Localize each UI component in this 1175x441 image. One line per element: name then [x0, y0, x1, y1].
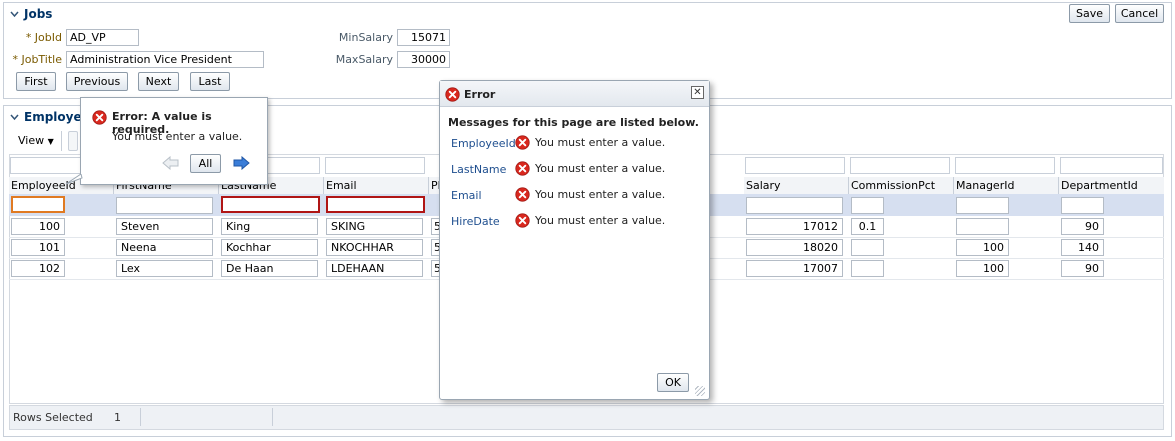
view-label: View	[18, 134, 45, 147]
tooltip-message: You must enter a value.	[112, 130, 243, 143]
row3-departmentid[interactable]: 90	[1061, 260, 1104, 277]
dialog-header-text: Messages for this page are listed below.	[448, 116, 699, 129]
column-header-commissionpct[interactable]: CommissionPct	[849, 177, 954, 194]
message-text: You must enter a value.	[535, 214, 666, 227]
row2-commissionpct[interactable]	[851, 239, 884, 256]
row1-departmentid[interactable]: 90	[1061, 218, 1104, 235]
row2-firstname[interactable]: Neena	[116, 239, 213, 256]
previous-button[interactable]: Previous	[66, 72, 128, 91]
new-lastname-field[interactable]	[221, 196, 320, 213]
column-header-salary[interactable]: Salary	[744, 177, 849, 194]
new-employeeid-field[interactable]	[11, 196, 65, 213]
row3-firstname[interactable]: Lex	[116, 260, 213, 277]
jobtitle-field[interactable]: Administration Vice President	[66, 51, 264, 68]
toolbar-separator	[68, 131, 78, 151]
row1-employeeid[interactable]: 100	[11, 218, 65, 235]
error-icon	[445, 87, 460, 102]
status-bar	[9, 405, 1164, 430]
filter-departmentid[interactable]	[1060, 157, 1163, 174]
row2-salary[interactable]: 18020	[746, 239, 843, 256]
column-header-departmentid[interactable]: DepartmentId	[1059, 177, 1164, 194]
new-email-field[interactable]	[326, 196, 425, 213]
new-managerid-field[interactable]	[956, 197, 1009, 214]
jobid-label: * JobId	[25, 31, 62, 44]
save-button[interactable]: Save	[1069, 4, 1110, 23]
dropdown-arrow-icon: ▼	[47, 137, 54, 146]
new-salary-field[interactable]	[746, 197, 843, 214]
row3-managerid[interactable]: 100	[956, 260, 1009, 277]
row3-lastname[interactable]: De Haan	[221, 260, 318, 277]
all-messages-button[interactable]: All	[190, 154, 221, 173]
row1-managerid[interactable]	[956, 218, 1009, 235]
minsalary-field[interactable]: 15071	[397, 29, 450, 46]
message-text: You must enter a value.	[535, 136, 666, 149]
error-icon	[515, 213, 530, 228]
error-icon	[515, 187, 530, 202]
message-text: You must enter a value.	[535, 188, 666, 201]
dialog-title: Error	[464, 88, 496, 101]
row1-commissionpct[interactable]: 0.1	[851, 218, 884, 235]
message-field-link[interactable]: HireDate	[451, 215, 500, 228]
row1-salary[interactable]: 17012	[746, 218, 843, 235]
new-firstname-field[interactable]	[116, 197, 213, 214]
first-button[interactable]: First	[16, 72, 56, 91]
row2-lastname[interactable]: Kochhar	[221, 239, 318, 256]
message-field-link[interactable]: EmployeeId	[451, 137, 516, 150]
maxsalary-field[interactable]: 30000	[397, 51, 450, 68]
collapse-employees-icon[interactable]	[10, 113, 19, 122]
ok-button[interactable]: OK	[657, 373, 689, 392]
rows-selected-value: 1	[114, 411, 121, 424]
row3-email[interactable]: LDEHAAN	[326, 260, 423, 277]
column-header-managerid[interactable]: ManagerId	[954, 177, 1059, 194]
resize-grip-icon[interactable]	[695, 386, 705, 396]
new-departmentid-field[interactable]	[1061, 197, 1104, 214]
collapse-jobs-icon[interactable]	[10, 10, 19, 19]
maxsalary-label: MaxSalary	[335, 53, 393, 66]
jobtitle-label: * JobTitle	[12, 53, 62, 66]
jobs-title: Jobs	[24, 7, 53, 21]
close-icon[interactable]: ✕	[691, 86, 704, 99]
error-icon	[515, 135, 530, 150]
error-icon	[92, 110, 107, 125]
new-commissionpct-field[interactable]	[851, 197, 884, 214]
row2-departmentid[interactable]: 140	[1061, 239, 1104, 256]
filter-commissionpct[interactable]	[850, 157, 950, 174]
message-text: You must enter a value.	[535, 162, 666, 175]
filter-email[interactable]	[325, 157, 425, 174]
row1-lastname[interactable]: King	[221, 218, 318, 235]
column-header-email[interactable]: Email	[324, 177, 429, 194]
next-button[interactable]: Next	[138, 72, 179, 91]
cancel-button[interactable]: Cancel	[1115, 4, 1164, 23]
row3-salary[interactable]: 17007	[746, 260, 843, 277]
row1-email[interactable]: SKING	[326, 218, 423, 235]
rows-selected-label: Rows Selected	[13, 411, 93, 424]
filter-managerid[interactable]	[955, 157, 1055, 174]
last-button[interactable]: Last	[190, 72, 230, 91]
jobid-field[interactable]: AD_VP	[66, 29, 139, 46]
error-icon	[515, 161, 530, 176]
status-separator	[140, 408, 141, 426]
error-dialog: Error ✕ Messages for this page are liste…	[439, 80, 710, 400]
view-menu[interactable]: View ▼	[10, 131, 62, 151]
row2-managerid[interactable]: 100	[956, 239, 1009, 256]
tooltip-pointer	[65, 174, 83, 185]
message-field-link[interactable]: Email	[451, 189, 482, 202]
status-separator	[272, 408, 273, 426]
row3-commissionpct[interactable]	[851, 260, 884, 277]
next-message-icon[interactable]	[233, 156, 250, 170]
row3-employeeid[interactable]: 102	[11, 260, 65, 277]
filter-salary[interactable]	[745, 157, 845, 174]
minsalary-label: MinSalary	[338, 31, 393, 44]
error-tooltip: Error: A value is required. You must ent…	[80, 97, 268, 185]
row1-firstname[interactable]: Steven	[116, 218, 213, 235]
previous-message-icon	[162, 156, 179, 170]
message-field-link[interactable]: LastName	[451, 163, 506, 176]
row2-employeeid[interactable]: 101	[11, 239, 65, 256]
row2-email[interactable]: NKOCHHAR	[326, 239, 423, 256]
